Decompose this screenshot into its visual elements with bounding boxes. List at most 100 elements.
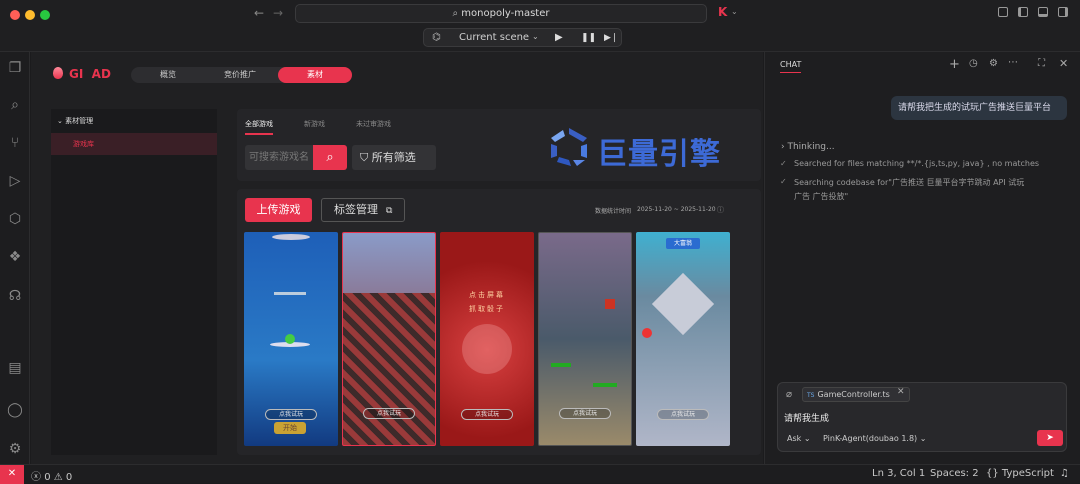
- game-card-3[interactable]: 点击屏幕 抓取骰子 点我试玩: [440, 232, 534, 446]
- try-play-button[interactable]: 点我试玩: [265, 409, 317, 420]
- try-play-button[interactable]: 点我试玩: [657, 409, 709, 420]
- cursor-position[interactable]: Ln 3, Col 1: [872, 468, 925, 479]
- game-title-badge: 大富翁: [666, 238, 700, 249]
- language-mode[interactable]: {} TypeScript: [986, 468, 1054, 479]
- tab-overview[interactable]: 概览: [143, 67, 193, 83]
- activity-bar: ❐ ⌕ ⑂ ▷ ⬡ ❖ ☊ ▤ ◯ ⚙: [0, 52, 30, 464]
- tag-management-button[interactable]: 标签管理 ⧉: [321, 198, 405, 222]
- send-icon: ➤: [1046, 433, 1054, 443]
- chat-input-text[interactable]: 请帮我生成: [784, 411, 829, 424]
- account-icon[interactable]: ◯: [5, 400, 25, 420]
- remove-file-icon[interactable]: ✕: [897, 387, 905, 397]
- game-card-5[interactable]: 大富翁 点我试玩: [636, 232, 730, 446]
- try-play-button[interactable]: 点我试玩: [559, 408, 611, 419]
- tab-materials[interactable]: 素材: [278, 67, 352, 83]
- editor-area: GI AD 概览 竞价推广 素材 ⌄ 素材管理 游戏库 全部游戏 新游戏 未过审…: [31, 52, 763, 464]
- thinking-toggle[interactable]: › Thinking...: [781, 142, 835, 152]
- typescript-badge: TS: [807, 392, 815, 399]
- search-icon[interactable]: ⌕: [5, 95, 25, 115]
- pause-icon[interactable]: ❚❚: [581, 29, 596, 47]
- android-icon[interactable]: ☊: [5, 286, 25, 306]
- materials-sidebar: ⌄ 素材管理 游戏库: [51, 109, 217, 455]
- toggle-panel-icon[interactable]: [1038, 7, 1048, 17]
- minimize-window-button[interactable]: [25, 10, 35, 20]
- back-arrow-icon[interactable]: ←: [254, 6, 264, 20]
- figma-icon[interactable]: ❖: [5, 247, 25, 267]
- extensions-icon[interactable]: ⬡: [5, 209, 25, 229]
- logo-drop-icon: [53, 67, 63, 79]
- chevron-down-icon[interactable]: ⌄: [731, 7, 738, 16]
- all-filters-button[interactable]: ⛉ 所有筛选: [352, 145, 436, 170]
- filter-tab-all[interactable]: 全部游戏: [245, 119, 273, 135]
- filter-tab-new[interactable]: 新游戏: [304, 119, 325, 129]
- expand-icon[interactable]: ⛶: [1038, 58, 1045, 69]
- close-window-button[interactable]: [10, 10, 20, 20]
- start-button[interactable]: 开始: [274, 422, 306, 434]
- forward-arrow-icon[interactable]: →: [273, 6, 283, 20]
- game-card-2[interactable]: 点我试玩: [342, 232, 436, 446]
- file-chip[interactable]: TS GameController.ts: [802, 387, 910, 402]
- game-card-1[interactable]: 点我试玩 开始: [244, 232, 338, 446]
- upload-game-button[interactable]: 上传游戏: [245, 198, 312, 222]
- explorer-icon[interactable]: ❐: [5, 58, 25, 78]
- game-card-4[interactable]: 点我试玩: [538, 232, 632, 446]
- step-search-codebase: Searching codebase for"广告推送 巨量平台字节跳动 API…: [794, 178, 1025, 187]
- play-icon[interactable]: ▶: [555, 29, 563, 47]
- run-debug-icon[interactable]: ▷: [5, 171, 25, 191]
- game-search-input[interactable]: 可搜索游戏名: [245, 145, 313, 170]
- indentation[interactable]: Spaces: 2: [930, 468, 979, 479]
- dice-bowl: [462, 324, 512, 374]
- chevron-down-icon[interactable]: ⌄: [532, 28, 539, 46]
- scene-selector[interactable]: Current scene: [459, 29, 529, 47]
- app-logo: GI AD: [69, 67, 111, 81]
- ocean-engine-logo-icon: [551, 128, 587, 166]
- close-icon[interactable]: ✕: [1059, 57, 1068, 70]
- error-icon: ⓧ: [31, 472, 41, 483]
- chat-panel: CHAT + ◷ ⚙ ⋯ ⛶ ✕ 请帮我把生成的试玩广告推送巨量平台 › Thi…: [764, 52, 1080, 464]
- new-chat-icon[interactable]: +: [949, 57, 960, 72]
- attach-icon[interactable]: ⌀: [786, 389, 792, 400]
- chat-input-box[interactable]: ⌀ TS GameController.ts ✕ 请帮我生成 Ask ⌄ PinK…: [777, 382, 1067, 452]
- platform-shape: [272, 234, 310, 240]
- mode-selector[interactable]: Ask ⌄: [787, 434, 811, 443]
- layout-icon[interactable]: [998, 7, 1008, 17]
- external-link-icon: ⧉: [386, 206, 393, 216]
- try-play-button[interactable]: 点我试玩: [363, 408, 415, 419]
- search-icon: ⌕: [326, 150, 334, 165]
- more-icon[interactable]: ⋯: [1008, 57, 1018, 68]
- try-play-button[interactable]: 点我试玩: [461, 409, 513, 420]
- game-hint-line2: 抓取骰子: [469, 305, 505, 313]
- chat-tab[interactable]: CHAT: [780, 60, 802, 73]
- scene-toolbar: ⌬ Current scene ⌄ ▶ ❚❚ ▶❘: [423, 28, 622, 47]
- error-count: 0: [44, 472, 51, 483]
- settings-gear-icon[interactable]: ⚙: [5, 439, 25, 459]
- filter-tab-unreviewed[interactable]: 未过审游戏: [356, 119, 391, 129]
- archive-icon[interactable]: ▤: [5, 358, 25, 378]
- step-forward-icon[interactable]: ▶❘: [604, 29, 618, 47]
- toggle-secondary-sidebar-icon[interactable]: [1058, 7, 1068, 17]
- date-range: 2025-11-20 ~ 2025-11-20: [637, 206, 716, 213]
- search-icon: ⌕: [452, 8, 462, 19]
- source-control-icon[interactable]: ⑂: [5, 133, 25, 153]
- step-search-codebase-cont: 广告 广告投放": [794, 192, 849, 201]
- language-label: TypeScript: [1001, 468, 1054, 479]
- problems-indicator[interactable]: ⓧ 0 ⚠ 0: [31, 468, 72, 483]
- player-token: [642, 328, 652, 338]
- notifications-bell-icon[interactable]: ♫: [1060, 468, 1069, 479]
- tab-bidding[interactable]: 竞价推广: [213, 67, 267, 83]
- stats-label: 数据统计时间: [595, 208, 632, 215]
- address-bar[interactable]: ⌕ monopoly-master: [295, 4, 707, 23]
- history-icon[interactable]: ◷: [969, 58, 978, 69]
- brand-logo[interactable]: K: [718, 5, 727, 19]
- search-button[interactable]: ⌕: [313, 145, 347, 170]
- check-icon: ✓: [780, 159, 787, 168]
- agent-selector[interactable]: PinK-Agent(doubao 1.8) ⌄: [823, 434, 926, 443]
- maximize-window-button[interactable]: [40, 10, 50, 20]
- sidebar-item-game-library[interactable]: 游戏库: [51, 133, 217, 155]
- remote-icon[interactable]: ✕: [0, 465, 24, 484]
- toggle-sidebar-icon[interactable]: [1018, 7, 1028, 17]
- settings-gear-icon[interactable]: ⚙: [989, 58, 998, 69]
- gamepad-icon: ⌬: [432, 32, 441, 43]
- title-bar: ← → ⌕ monopoly-master K ⌄ ⌬ Current scen…: [0, 0, 1080, 52]
- send-button[interactable]: ➤: [1037, 430, 1063, 446]
